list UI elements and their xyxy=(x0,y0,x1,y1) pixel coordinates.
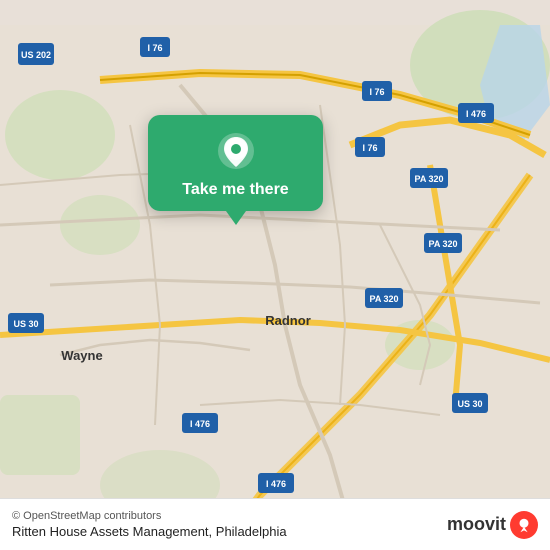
svg-text:PA 320: PA 320 xyxy=(369,294,398,304)
svg-text:I 76: I 76 xyxy=(147,43,162,53)
svg-text:PA 320: PA 320 xyxy=(428,239,457,249)
svg-text:I 76: I 76 xyxy=(362,143,377,153)
svg-text:I 476: I 476 xyxy=(190,419,210,429)
moovit-logo: moovit xyxy=(447,511,538,539)
svg-text:PA 320: PA 320 xyxy=(414,174,443,184)
location-pin-icon xyxy=(214,129,258,173)
bottom-bar: © OpenStreetMap contributors Ritten Hous… xyxy=(0,498,550,550)
svg-text:I 76: I 76 xyxy=(369,87,384,97)
moovit-text: moovit xyxy=(447,514,506,535)
svg-text:Wayne: Wayne xyxy=(61,348,102,363)
svg-text:I 476: I 476 xyxy=(266,479,286,489)
moovit-icon xyxy=(510,511,538,539)
svg-text:US 30: US 30 xyxy=(13,319,38,329)
svg-text:I 476: I 476 xyxy=(466,109,486,119)
svg-text:US 30: US 30 xyxy=(457,399,482,409)
svg-text:Radnor: Radnor xyxy=(265,313,311,328)
map-container: US 202 I 76 I 76 I 476 I 76 PA 320 PA 32… xyxy=(0,0,550,550)
map-background: US 202 I 76 I 76 I 476 I 76 PA 320 PA 32… xyxy=(0,0,550,550)
svg-text:US 202: US 202 xyxy=(21,50,51,60)
popup-label: Take me there xyxy=(182,181,288,199)
popup-card[interactable]: Take me there xyxy=(148,115,323,211)
location-info-text: Ritten House Assets Management, Philadel… xyxy=(12,524,287,539)
attribution-text: © OpenStreetMap contributors xyxy=(12,510,287,522)
